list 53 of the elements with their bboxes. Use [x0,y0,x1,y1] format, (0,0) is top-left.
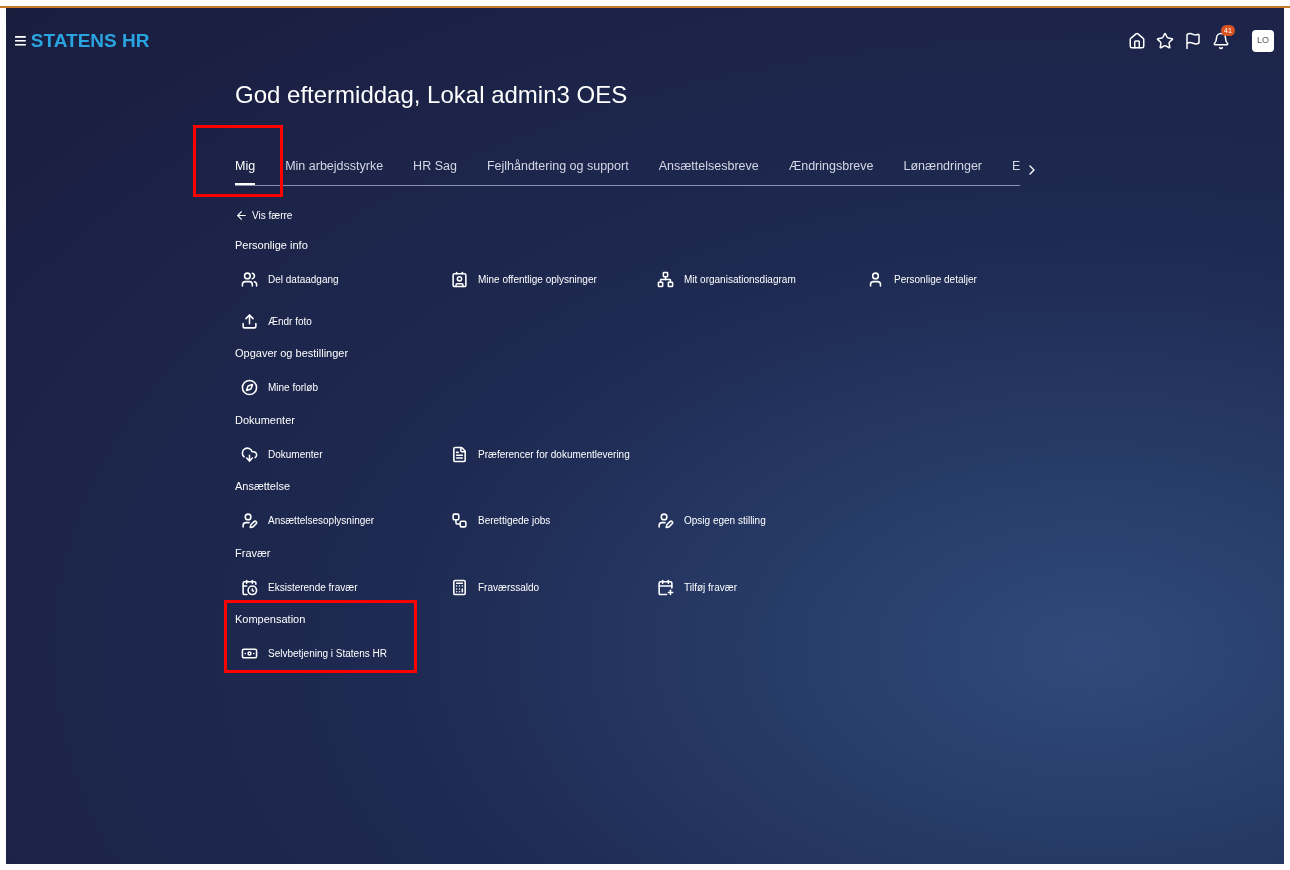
hierarchy-icon [451,512,468,530]
section-title: Opgaver og bestillinger [235,346,350,362]
action-link[interactable]: Eksisterende fravær [241,577,451,598]
action-link[interactable]: Mine offentlige oplysninger [451,269,657,290]
org-chart-icon [657,270,674,288]
action-link[interactable]: Personlige detaljer [867,269,1077,290]
calendar-clock-icon [241,578,258,596]
menu-icon[interactable]: ≡ [14,30,27,52]
person-icon [867,270,884,288]
app-logo[interactable]: STATENS HR [30,26,150,56]
tab[interactable]: Min arbejdsstyrke [285,157,384,185]
action-link[interactable]: Berettigede jobs [451,510,657,531]
document-icon [451,445,468,463]
user-avatar[interactable]: LO [1252,30,1274,52]
favorites-icon[interactable] [1156,32,1174,50]
section-title: Fravær [235,545,272,561]
upload-icon [241,312,258,330]
action-link[interactable]: Præferencer for dokumentlevering [451,444,657,465]
id-card-icon [451,270,468,288]
tab[interactable]: HR Sag [413,157,457,185]
tab[interactable]: Ændringsbreve [788,157,874,185]
action-link[interactable]: Tilføj fravær [657,577,867,598]
action-link[interactable]: Fraværssaldo [451,577,657,598]
section-title: Kompensation [235,612,307,628]
action-link[interactable]: Mit organisationsdiagram [657,269,867,290]
tab[interactable]: Lønændringer [903,157,982,185]
people-icon [241,270,258,288]
action-link[interactable]: Selvbetjening i Statens HR [241,643,451,664]
section-title: Dokumenter [235,412,296,428]
greeting: God eftermiddag, Lokal admin3 OES [235,80,629,110]
action-link[interactable]: Mine forløb [241,377,451,398]
calculator-icon [451,578,468,596]
person-edit-icon [657,512,674,530]
action-link[interactable]: Ændr foto [241,311,451,332]
section-title: Ansættelse [235,479,292,495]
action-link[interactable]: Dokumenter [241,444,451,465]
action-link[interactable]: Opsig egen stilling [657,510,867,531]
show-less-link[interactable]: Vis færre [235,207,293,223]
person-edit-icon [241,512,258,530]
flag-icon[interactable] [1184,32,1202,50]
back-arrow-icon [235,208,248,222]
action-link[interactable]: Del dataadgang [241,269,451,290]
tab[interactable]: Fejlhåndtering og support [486,157,629,185]
tab[interactable]: Mig [235,157,256,185]
tab[interactable]: E [1012,157,1021,185]
notifications-icon[interactable] [1212,32,1230,50]
home-icon[interactable] [1128,32,1146,50]
cloud-icon [241,445,258,463]
tab[interactable]: Ansættelsesbreve [658,157,759,185]
calendar-icon [657,578,674,596]
action-link[interactable]: Ansættelsesoplysninger [241,510,451,531]
compass-icon [241,379,258,397]
section-title: Personlige info [235,237,309,253]
